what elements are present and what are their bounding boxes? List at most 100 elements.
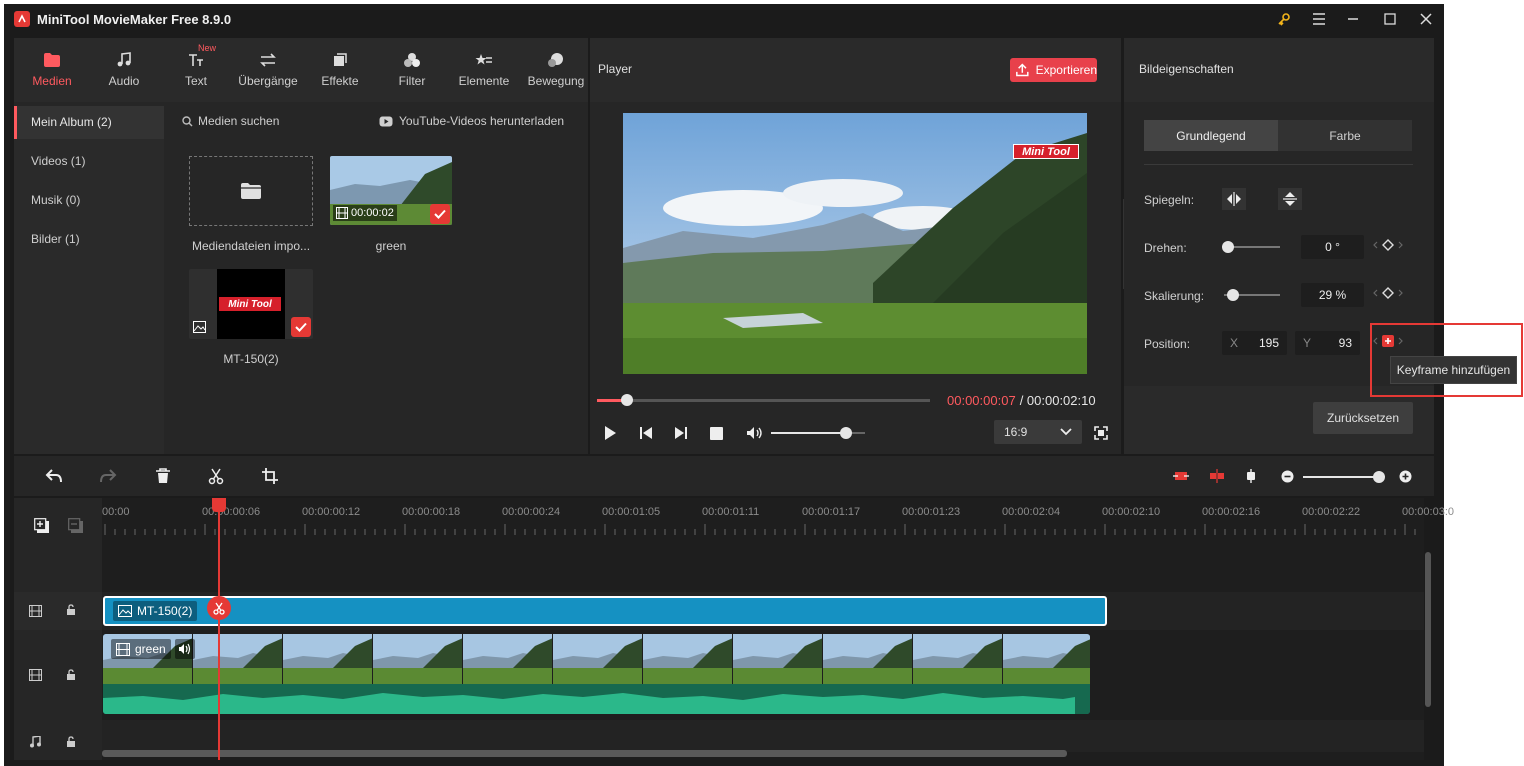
title-bar: MiniTool MovieMaker Free 8.9.0 (4, 4, 1444, 34)
scale-value[interactable]: 29 % (1301, 283, 1364, 307)
rotate-label: Drehen: (1144, 241, 1187, 255)
aspect-ratio-select[interactable]: 16:9 (994, 420, 1082, 444)
position-label: Position: (1144, 337, 1191, 351)
minimize-icon[interactable] (1336, 4, 1370, 34)
track-headers (14, 498, 102, 760)
chevron-right-icon[interactable] (1398, 241, 1403, 249)
add-track-icon[interactable] (34, 518, 50, 534)
split-scissors-icon[interactable] (207, 596, 231, 620)
next-frame-icon[interactable] (674, 426, 688, 440)
album-item[interactable]: Musik (0) (14, 184, 164, 217)
scale-handle[interactable] (1227, 289, 1239, 301)
zoom-handle[interactable] (1373, 471, 1385, 483)
lock-icon[interactable] (66, 736, 76, 748)
keyframe-diamond-icon[interactable] (1382, 287, 1394, 299)
zoom-to-fit-icon[interactable] (1173, 469, 1189, 483)
tab-basic[interactable]: Grundlegend (1144, 120, 1278, 151)
volume-handle[interactable] (840, 427, 853, 439)
lock-icon[interactable] (66, 604, 76, 616)
tab-medien[interactable]: Medien (16, 38, 88, 102)
tab-text[interactable]: New Text (160, 38, 232, 102)
clip-label: MT-150(2) (113, 601, 198, 621)
play-icon[interactable] (603, 425, 617, 441)
video-clip[interactable]: green (103, 634, 1090, 714)
rotate-value[interactable]: 0 ° (1301, 235, 1364, 259)
zoom-out-icon[interactable] (1281, 470, 1294, 483)
media-item-name: green (375, 239, 407, 253)
transition-icon (260, 53, 276, 67)
film-frame (463, 634, 553, 684)
ruler-tick-label: 00:00:01:23 (902, 506, 961, 518)
image-clip[interactable]: MT-150(2) (103, 596, 1107, 626)
album-item[interactable]: Bilder (1) (14, 223, 164, 256)
progress-handle[interactable] (620, 394, 633, 406)
progress-track[interactable] (597, 394, 930, 406)
flip-horizontal-icon[interactable] (1222, 188, 1246, 210)
maximize-icon[interactable] (1373, 4, 1407, 34)
position-y-field[interactable]: Y 93 (1295, 331, 1360, 355)
tab-audio[interactable]: Audio (88, 38, 160, 102)
horizontal-scrollbar[interactable] (102, 750, 1067, 757)
youtube-download-link[interactable]: YouTube-Videos herunterladen (379, 114, 564, 128)
tab-effekte[interactable]: Effekte (304, 38, 376, 102)
position-x-field[interactable]: X 195 (1222, 331, 1287, 355)
playhead[interactable] (218, 498, 220, 760)
media-search[interactable]: Medien suchen (182, 114, 279, 128)
tab-uebergaenge[interactable]: Übergänge (232, 38, 304, 102)
audio-waveform (103, 684, 1090, 714)
reset-button[interactable]: Zurücksetzen (1313, 402, 1413, 434)
vertical-scrollbar[interactable] (1425, 552, 1431, 707)
ruler-tick-label: 00:00:00:24 (502, 506, 561, 518)
volume-icon[interactable] (746, 426, 764, 440)
rotate-slider[interactable] (1222, 241, 1280, 253)
playhead-handle[interactable] (212, 498, 226, 512)
fullscreen-icon[interactable] (1094, 426, 1108, 440)
menu-icon[interactable] (1302, 4, 1336, 34)
tab-bewegung[interactable]: Bewegung (520, 38, 592, 102)
tab-label: Elemente (458, 74, 510, 88)
player-panel: Player Exportieren Mini Tool 00:00:00:07… (590, 38, 1121, 454)
timeline-ruler[interactable]: 00:00 00:00:00:06 00:00:00:12 00:00:00:18 00… (102, 498, 1454, 542)
tab-label: Medien (32, 74, 72, 88)
filter-icon (404, 53, 420, 67)
export-button[interactable]: Exportieren (1010, 58, 1097, 82)
export-label: Exportieren (1035, 63, 1097, 77)
undo-icon[interactable] (45, 468, 63, 484)
snap-icon[interactable] (1209, 469, 1225, 483)
media-thumbnail-green[interactable]: 00:00:02 (330, 156, 452, 225)
stop-icon[interactable] (710, 427, 723, 440)
chevron-left-icon[interactable] (1373, 289, 1378, 297)
remove-track-icon[interactable] (68, 518, 84, 534)
film-frame (913, 634, 1003, 684)
align-icon[interactable] (1244, 469, 1258, 483)
delete-icon[interactable] (155, 468, 171, 484)
split-scissors-icon[interactable] (208, 468, 224, 485)
film-frame (643, 634, 733, 684)
tab-color[interactable]: Farbe (1278, 120, 1412, 151)
keyframe-diamond-icon[interactable] (1382, 239, 1394, 251)
import-media-button[interactable] (189, 156, 313, 226)
redo-icon[interactable] (99, 468, 117, 484)
zoom-in-icon[interactable] (1399, 470, 1412, 483)
film-icon (29, 669, 42, 681)
chevron-down-icon (1060, 428, 1072, 436)
lock-icon[interactable] (66, 669, 76, 681)
track-header-image (14, 592, 102, 630)
tab-elemente[interactable]: Elemente (448, 38, 520, 102)
chevron-left-icon[interactable] (1373, 241, 1378, 249)
zoom-slider[interactable] (1303, 471, 1385, 483)
flip-vertical-icon[interactable] (1278, 188, 1302, 210)
chevron-right-icon[interactable] (1398, 289, 1403, 297)
clip-audio-icon[interactable] (175, 639, 195, 659)
media-thumbnail-mt150[interactable]: Mini Tool (189, 269, 313, 339)
volume-slider[interactable] (771, 427, 865, 439)
close-icon[interactable] (1409, 4, 1443, 34)
crop-icon[interactable] (262, 468, 278, 484)
rotate-handle[interactable] (1222, 241, 1234, 253)
previous-frame-icon[interactable] (639, 426, 653, 440)
scale-slider[interactable] (1224, 289, 1280, 301)
tab-filter[interactable]: Filter (376, 38, 448, 102)
album-item[interactable]: Videos (1) (14, 145, 164, 178)
key-icon[interactable] (1267, 4, 1301, 34)
album-item[interactable]: Mein Album (2) (14, 106, 164, 139)
